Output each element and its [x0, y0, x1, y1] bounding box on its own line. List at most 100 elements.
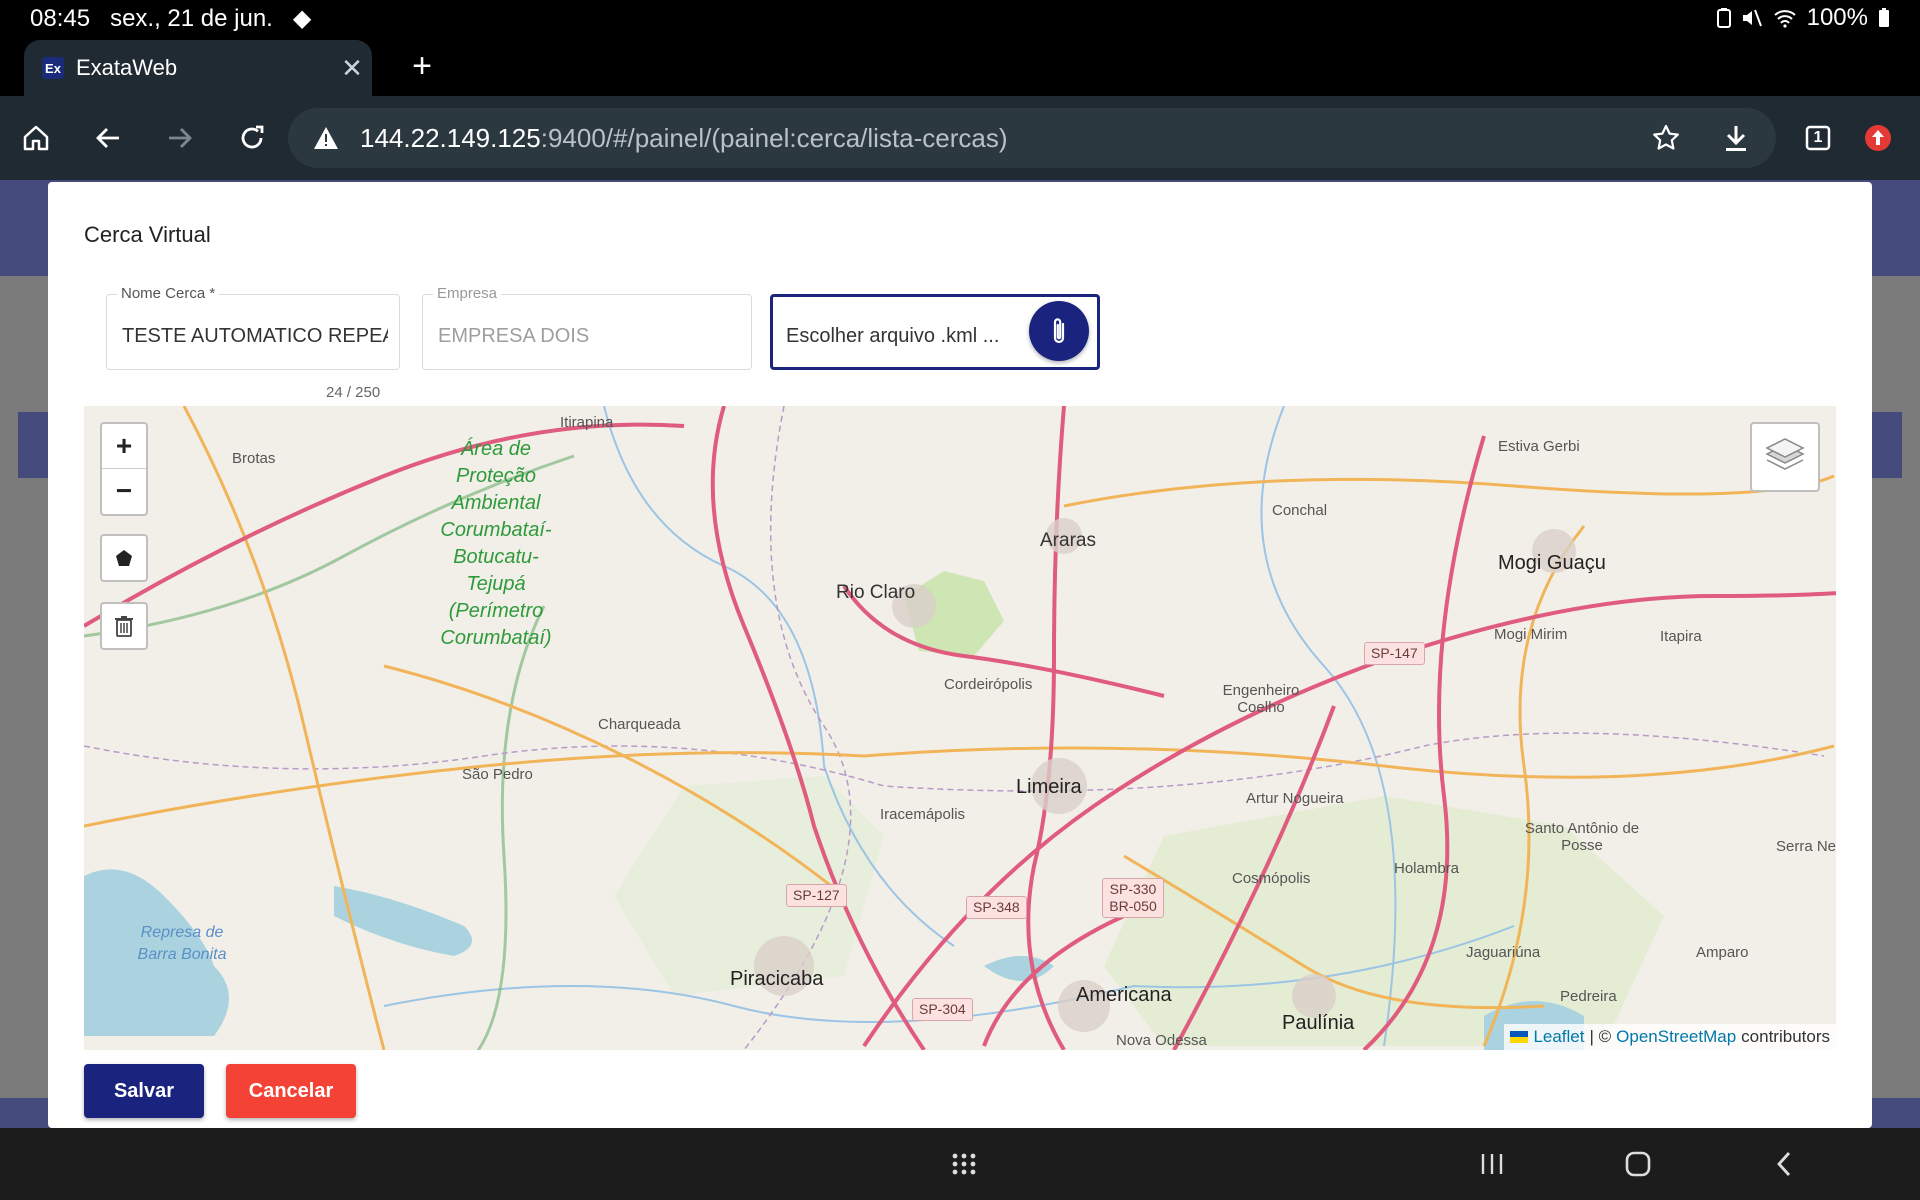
- nome-cerca-input[interactable]: TESTE AUTOMATICO REPEAT: [122, 325, 388, 348]
- map-label: Itirapina: [560, 414, 614, 431]
- map-label: Charqueada: [598, 716, 681, 733]
- dialog-title: Cerca Virtual: [84, 222, 211, 247]
- nome-cerca-field[interactable]: Nome Cerca * TESTE AUTOMATICO REPEAT: [106, 285, 400, 370]
- empresa-label: Empresa: [433, 285, 502, 302]
- road-shield: SP-147: [1364, 642, 1425, 665]
- tab-title: ExataWeb: [76, 55, 178, 80]
- map-label: Itapira: [1660, 628, 1702, 645]
- wifi-icon: [1773, 10, 1796, 28]
- update-menu-button[interactable]: [1854, 114, 1902, 162]
- layers-control-button[interactable]: [1750, 422, 1820, 492]
- map-label: Estiva Gerbi: [1498, 438, 1580, 455]
- map-label: Jaguariúna: [1466, 944, 1541, 961]
- app-drawer-button[interactable]: [942, 1142, 986, 1186]
- update-icon: [1865, 125, 1891, 151]
- date: sex., 21 de jun.: [110, 4, 273, 32]
- delete-layers-button[interactable]: [100, 602, 148, 650]
- warning-icon[interactable]: [312, 124, 340, 152]
- kml-file-input[interactable]: Escolher arquivo .kml ...: [786, 325, 999, 348]
- battery-level: 100%: [1806, 4, 1868, 31]
- reload-icon: [241, 125, 264, 149]
- back-button[interactable]: [84, 114, 132, 162]
- road-shield: SP-127: [786, 884, 847, 907]
- map-label: Engenheiro Coelho: [1222, 682, 1300, 716]
- ukraine-flag-icon: [1510, 1031, 1529, 1043]
- kml-file-field[interactable]: Escolher arquivo .kml ...: [770, 294, 1100, 370]
- map-label: Limeira: [1016, 776, 1082, 798]
- mute-icon: [1742, 9, 1762, 27]
- cerca-virtual-dialog: Cerca Virtual Nome Cerca * TESTE AUTOMAT…: [48, 182, 1872, 1128]
- url-host: 144.22.149.125: [360, 122, 541, 153]
- map-label: Nova Odessa: [1116, 1032, 1207, 1049]
- map-label: Araras: [1040, 530, 1096, 551]
- empresa-field: Empresa EMPRESA DOIS: [422, 285, 752, 370]
- map-tiles: [84, 406, 1836, 1050]
- recents-icon: [1481, 1154, 1503, 1174]
- zoom-control: + −: [100, 422, 148, 516]
- draw-polygon-button[interactable]: [100, 534, 148, 582]
- map-label: Mogi Guaçu: [1498, 552, 1606, 574]
- polygon-icon: [116, 550, 132, 566]
- map-label-apa: Área de Proteção Ambiental Corumbataí-Bo…: [440, 438, 552, 649]
- trash-icon: [115, 616, 133, 637]
- favicon-icon: Ex: [42, 57, 64, 79]
- map-label: Cosmópolis: [1232, 870, 1311, 887]
- home-nav-button[interactable]: [1616, 1142, 1660, 1186]
- attribution-tail: contributors: [1741, 1027, 1830, 1046]
- reload-button[interactable]: [228, 114, 276, 162]
- arrow-right-icon: [169, 128, 192, 148]
- download-icon[interactable]: [1696, 123, 1776, 153]
- map-attribution: Leaflet | © OpenStreetMap contributors: [1504, 1024, 1836, 1050]
- road-shield: SP-304: [912, 998, 973, 1021]
- road-shield: SP-348: [966, 896, 1027, 919]
- browser-tab[interactable]: Ex ExataWeb ✕: [24, 40, 372, 96]
- attach-file-button[interactable]: [1029, 301, 1089, 361]
- osm-link[interactable]: OpenStreetMap: [1616, 1027, 1736, 1047]
- leaflet-link[interactable]: Leaflet: [1533, 1027, 1584, 1047]
- empresa-input: EMPRESA DOIS: [438, 325, 590, 347]
- clock: 08:45: [30, 4, 91, 32]
- url-path: :9400/#/painel/(painel:cerca/lista-cerca…: [540, 122, 1008, 153]
- map-label: Paulínia: [1282, 1012, 1355, 1034]
- new-tab-button[interactable]: +: [400, 44, 444, 88]
- map-label: Serra Ne: [1776, 838, 1836, 855]
- map-label: Mogi Mirim: [1494, 626, 1568, 643]
- forward-button[interactable]: [156, 114, 204, 162]
- home-button[interactable]: [12, 114, 60, 162]
- cancel-button[interactable]: Cancelar: [226, 1064, 356, 1118]
- map-container[interactable]: Itirapina Brotas Área de Proteção Ambien…: [84, 406, 1836, 1050]
- map-label: Artur Nogueira: [1246, 790, 1344, 807]
- home-icon: [23, 125, 49, 151]
- map-label: Piracicaba: [730, 968, 824, 990]
- map-label: Cordeirópolis: [944, 676, 1033, 693]
- arrow-left-icon: [96, 128, 119, 148]
- chevron-left-icon: [1777, 1152, 1791, 1176]
- back-nav-button[interactable]: [1762, 1142, 1806, 1186]
- grid-icon: [952, 1153, 976, 1175]
- layers-icon: [1765, 438, 1805, 470]
- map-label: Iracemápolis: [880, 806, 966, 823]
- zoom-in-button[interactable]: +: [102, 424, 146, 468]
- paperclip-icon: [1053, 318, 1065, 344]
- android-status-bar: 08:45 sex., 21 de jun. ◆ 100%: [0, 0, 1920, 36]
- road-shield: SP-330 BR-050: [1102, 878, 1164, 918]
- sync-icon: ◆: [292, 5, 312, 32]
- battery-icon: [1879, 8, 1889, 27]
- battery-saver-icon: [1716, 8, 1731, 28]
- star-icon[interactable]: [1636, 123, 1696, 153]
- url-text: 144.22.149.125:9400/#/painel/(painel:cer…: [360, 123, 1636, 154]
- map-label: Brotas: [232, 450, 276, 467]
- tab-switcher-button[interactable]: 1: [1794, 114, 1842, 162]
- android-nav-bar: [0, 1128, 1920, 1200]
- zoom-out-button[interactable]: −: [102, 468, 146, 512]
- map-label: Holambra: [1394, 860, 1460, 877]
- save-button[interactable]: Salvar: [84, 1064, 204, 1118]
- attribution-separator: | ©: [1589, 1027, 1612, 1046]
- map-label: Amparo: [1696, 944, 1749, 961]
- tab-count: 1: [1813, 129, 1823, 146]
- nome-cerca-label: Nome Cerca *: [117, 285, 220, 302]
- address-bar[interactable]: 144.22.149.125:9400/#/painel/(painel:cer…: [288, 108, 1776, 168]
- close-tab-icon[interactable]: ✕: [332, 53, 372, 84]
- recents-button[interactable]: [1470, 1142, 1514, 1186]
- browser-tab-strip: Ex ExataWeb ✕ +: [0, 36, 1920, 96]
